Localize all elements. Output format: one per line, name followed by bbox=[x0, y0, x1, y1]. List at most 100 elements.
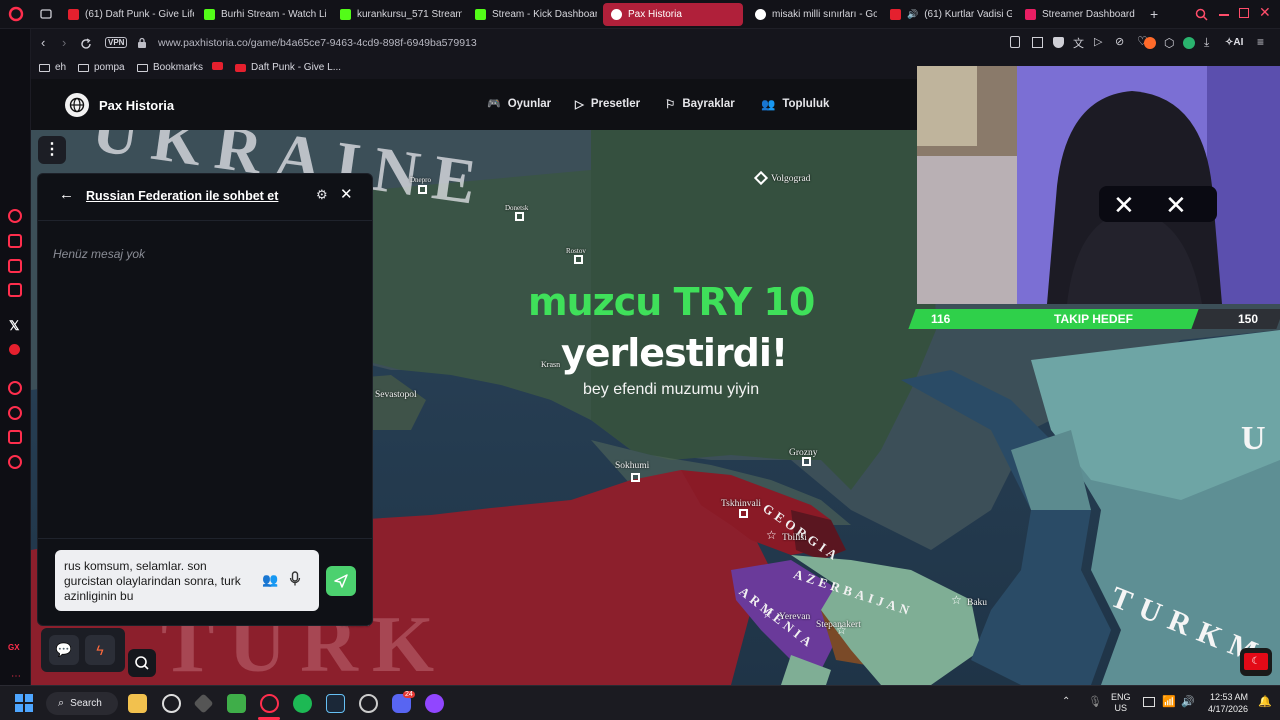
translate-icon[interactable]: 文 bbox=[1073, 35, 1084, 51]
search-tabs-icon[interactable] bbox=[1195, 8, 1208, 21]
reload-icon[interactable] bbox=[80, 38, 92, 50]
maximize-button[interactable] bbox=[1239, 8, 1249, 18]
city-marker-dnepro[interactable] bbox=[418, 185, 427, 194]
message-composer[interactable]: rus komsum, selamlar. son gurcistan olay… bbox=[55, 550, 319, 611]
tab-misak-milli[interactable]: misaki milli sınırları - Go bbox=[747, 3, 877, 26]
tab-burhi-stream[interactable]: Burhi Stream - Watch Li bbox=[196, 3, 326, 26]
snapshot-icon[interactable] bbox=[1032, 37, 1043, 48]
nav-presetler[interactable]: ▷ Presetler bbox=[575, 97, 640, 111]
city-marker-donetsk[interactable] bbox=[515, 212, 524, 221]
gx-control-icon[interactable] bbox=[8, 234, 22, 248]
extensions-icon[interactable] bbox=[8, 430, 22, 444]
vpn-badge[interactable]: VPN bbox=[105, 37, 128, 48]
shield-icon[interactable] bbox=[1053, 37, 1064, 48]
capital-star-tbilisi-icon[interactable]: ☆ bbox=[766, 528, 777, 542]
city-marker-rostov[interactable] bbox=[574, 255, 583, 264]
steam-icon[interactable] bbox=[326, 694, 345, 713]
city-dnepro[interactable]: Dnepro bbox=[410, 176, 431, 184]
bookmark-pompa[interactable]: pompa bbox=[78, 62, 125, 73]
city-tbilisi[interactable]: Tbilisi bbox=[782, 533, 807, 543]
city-donetsk[interactable]: Donetsk bbox=[505, 204, 528, 212]
city-tskhinvali[interactable]: Tskhinvali bbox=[721, 499, 761, 509]
message-input[interactable]: rus komsum, selamlar. son gurcistan olay… bbox=[64, 559, 244, 604]
settings-gear-icon[interactable] bbox=[8, 455, 22, 469]
extension-orange-icon[interactable] bbox=[1144, 37, 1156, 49]
volume-icon[interactable]: 🔊 bbox=[1181, 695, 1195, 708]
wifi-icon[interactable]: 📶 bbox=[1162, 695, 1176, 708]
tray-display-icon[interactable] bbox=[1143, 697, 1155, 707]
lock-icon[interactable] bbox=[137, 37, 147, 49]
map-search-button[interactable] bbox=[128, 649, 156, 677]
capital-star-baku-icon[interactable]: ☆ bbox=[951, 593, 962, 607]
microphone-icon[interactable] bbox=[289, 571, 301, 587]
chat-bubble-button[interactable]: 💬 bbox=[49, 635, 79, 665]
bookmark-youtube[interactable] bbox=[212, 62, 223, 70]
back-button[interactable]: ‹ bbox=[41, 35, 45, 50]
opera-gx-logo-icon[interactable] bbox=[8, 6, 24, 22]
play-icon[interactable]: ▷ bbox=[1094, 35, 1102, 48]
more-menu-button[interactable]: ⋮ bbox=[38, 136, 66, 164]
city-sokhumi[interactable]: Sokhumi bbox=[615, 461, 649, 471]
windows-start-icon[interactable] bbox=[15, 694, 33, 712]
forward-button[interactable]: › bbox=[62, 35, 66, 50]
pax-historia-logo-icon[interactable] bbox=[65, 93, 89, 117]
city-marker-tskhinvali[interactable] bbox=[739, 509, 748, 518]
app-circle-icon[interactable] bbox=[359, 694, 378, 713]
clock[interactable]: 12:53 AM 4/17/2026 bbox=[1198, 691, 1248, 715]
menu-icon[interactable]: ≡ bbox=[1257, 35, 1264, 49]
city-rostov[interactable]: Rostov bbox=[566, 247, 586, 255]
player-icon[interactable] bbox=[8, 381, 22, 395]
city-marker-grozny[interactable] bbox=[802, 457, 811, 466]
chat-back-button[interactable]: ← bbox=[59, 186, 74, 203]
bookmark-icon[interactable] bbox=[1010, 36, 1020, 48]
capital-star-stepanakert-icon[interactable]: ☆ bbox=[836, 623, 847, 637]
city-krasnodar[interactable]: Krasn bbox=[541, 360, 560, 369]
language-indicator[interactable]: ENG US bbox=[1111, 692, 1131, 714]
new-tab-button[interactable]: + bbox=[1150, 6, 1158, 22]
messenger-icon[interactable] bbox=[8, 209, 22, 223]
nav-bayraklar[interactable]: ⚐ Bayraklar bbox=[665, 97, 735, 111]
mail-icon[interactable] bbox=[8, 283, 22, 297]
city-marker-sokhumi[interactable] bbox=[631, 473, 640, 482]
tab-kurtlar-vadisi[interactable]: 🔊 (61) Kurtlar Vadisi G bbox=[882, 3, 1012, 26]
app-cube-icon[interactable] bbox=[193, 693, 214, 714]
x-twitter-icon[interactable]: 𝕏 bbox=[9, 318, 19, 334]
chat-settings-button[interactable]: ⚙ bbox=[316, 187, 328, 203]
capital-star-yerevan-icon[interactable]: ☆ bbox=[762, 607, 773, 621]
url-field[interactable]: www.paxhistoria.co/game/b4a65ce7-9463-4c… bbox=[158, 37, 477, 49]
close-window-button[interactable]: ✕ bbox=[1259, 4, 1271, 21]
tab-streamer-dashboard[interactable]: Streamer Dashboard bbox=[1017, 3, 1139, 26]
workspaces-icon[interactable] bbox=[40, 9, 52, 20]
bookmark-bookmarks[interactable]: Bookmarks bbox=[137, 62, 203, 73]
tray-chevron-icon[interactable]: ⌃ bbox=[1062, 696, 1070, 707]
extensions-puzzle-icon[interactable]: ⬡ bbox=[1164, 36, 1174, 50]
brand-name[interactable]: Pax Historia bbox=[99, 98, 174, 113]
more-options-icon[interactable]: ⋯ bbox=[11, 671, 21, 682]
tab-kick-dashboard[interactable]: Stream - Kick Dashboar bbox=[467, 3, 597, 26]
city-sevastopol[interactable]: Sevastopol bbox=[375, 390, 417, 400]
mention-button[interactable]: 👥 bbox=[262, 572, 278, 588]
history-icon[interactable] bbox=[8, 406, 22, 420]
action-button[interactable]: ϟ bbox=[85, 635, 115, 665]
twitch-icon[interactable] bbox=[8, 259, 22, 273]
ai-button[interactable]: ✧AI bbox=[1225, 37, 1243, 48]
spotify-icon[interactable] bbox=[293, 694, 312, 713]
city-baku[interactable]: Baku bbox=[967, 598, 987, 608]
bookmark-daft-punk[interactable]: Daft Punk - Give L... bbox=[235, 62, 341, 73]
nav-topluluk[interactable]: 👥 Topluluk bbox=[761, 97, 829, 111]
chat-title[interactable]: Russian Federation ile sohbet et bbox=[86, 189, 278, 203]
opera-gx-taskbar-icon[interactable] bbox=[260, 694, 279, 713]
tray-mic-icon[interactable]: 🎙 bbox=[1088, 695, 1102, 708]
tab-daft-punk[interactable]: (61) Daft Punk - Give Life bbox=[60, 3, 194, 26]
city-yerevan[interactable]: Yerevan bbox=[779, 612, 810, 622]
obs-icon[interactable] bbox=[162, 694, 181, 713]
city-volgograd[interactable]: Volgograd bbox=[771, 174, 810, 184]
minimize-button[interactable] bbox=[1219, 14, 1229, 16]
notifications-icon[interactable]: 🔔 bbox=[1258, 695, 1272, 708]
nav-oyunlar[interactable]: 🎮 Oyunlar bbox=[487, 97, 551, 111]
extension-green-icon[interactable] bbox=[1183, 37, 1195, 49]
tab-pax-historia[interactable]: Pax Historia bbox=[603, 3, 743, 26]
minecraft-icon[interactable] bbox=[227, 694, 246, 713]
pin-icon[interactable]: ⊘ bbox=[1115, 35, 1124, 48]
streamlabs-icon[interactable] bbox=[425, 694, 444, 713]
